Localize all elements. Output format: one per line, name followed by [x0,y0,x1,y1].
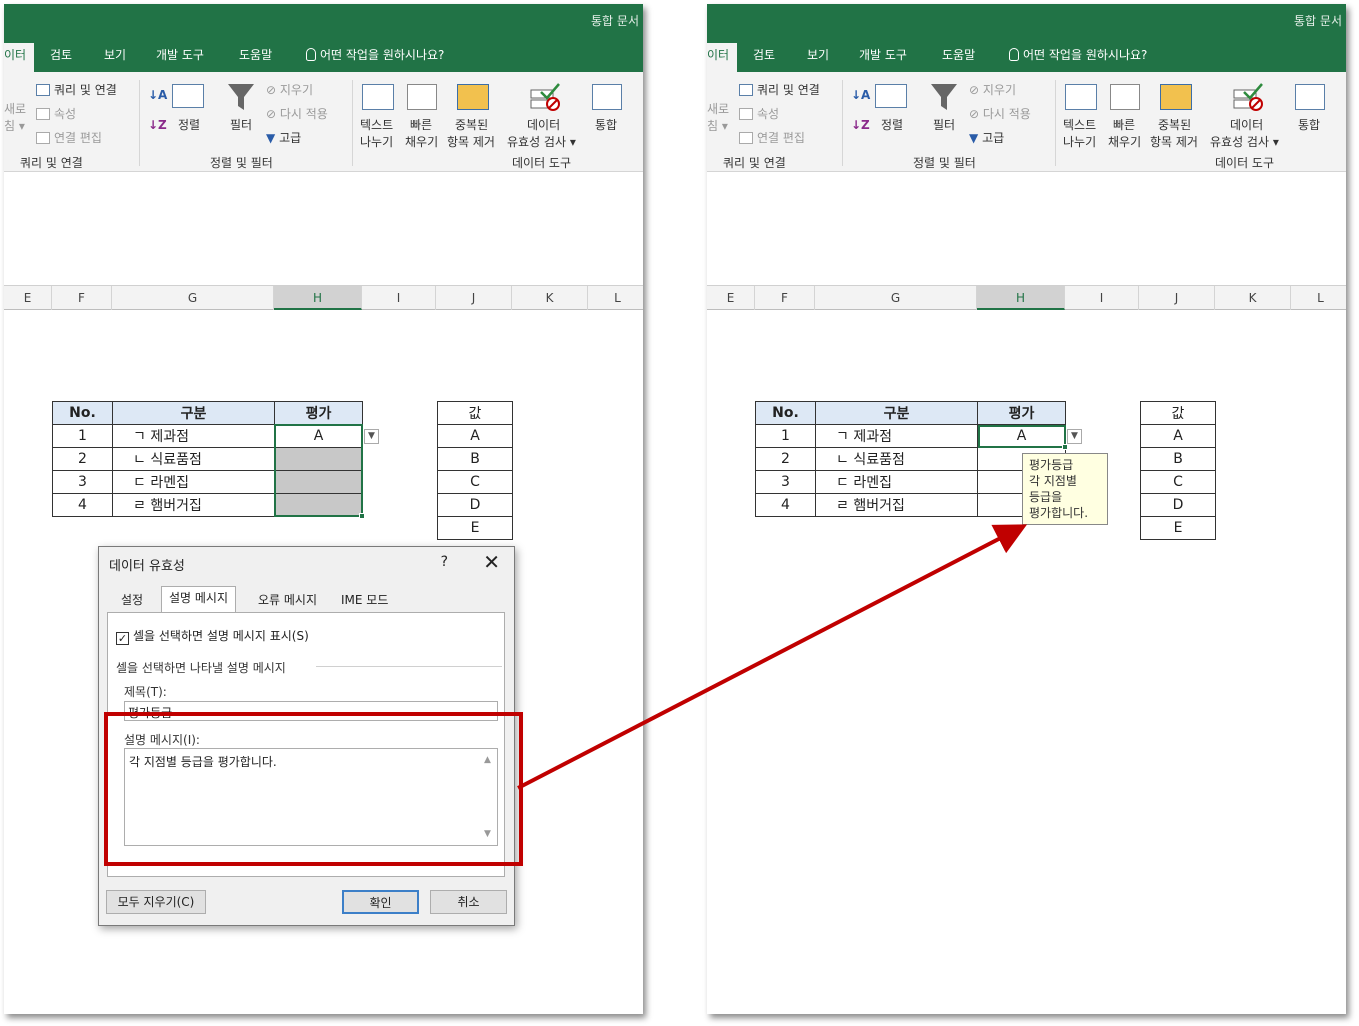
arrow-line [517,524,1028,790]
annotation-arrow [517,524,1028,790]
